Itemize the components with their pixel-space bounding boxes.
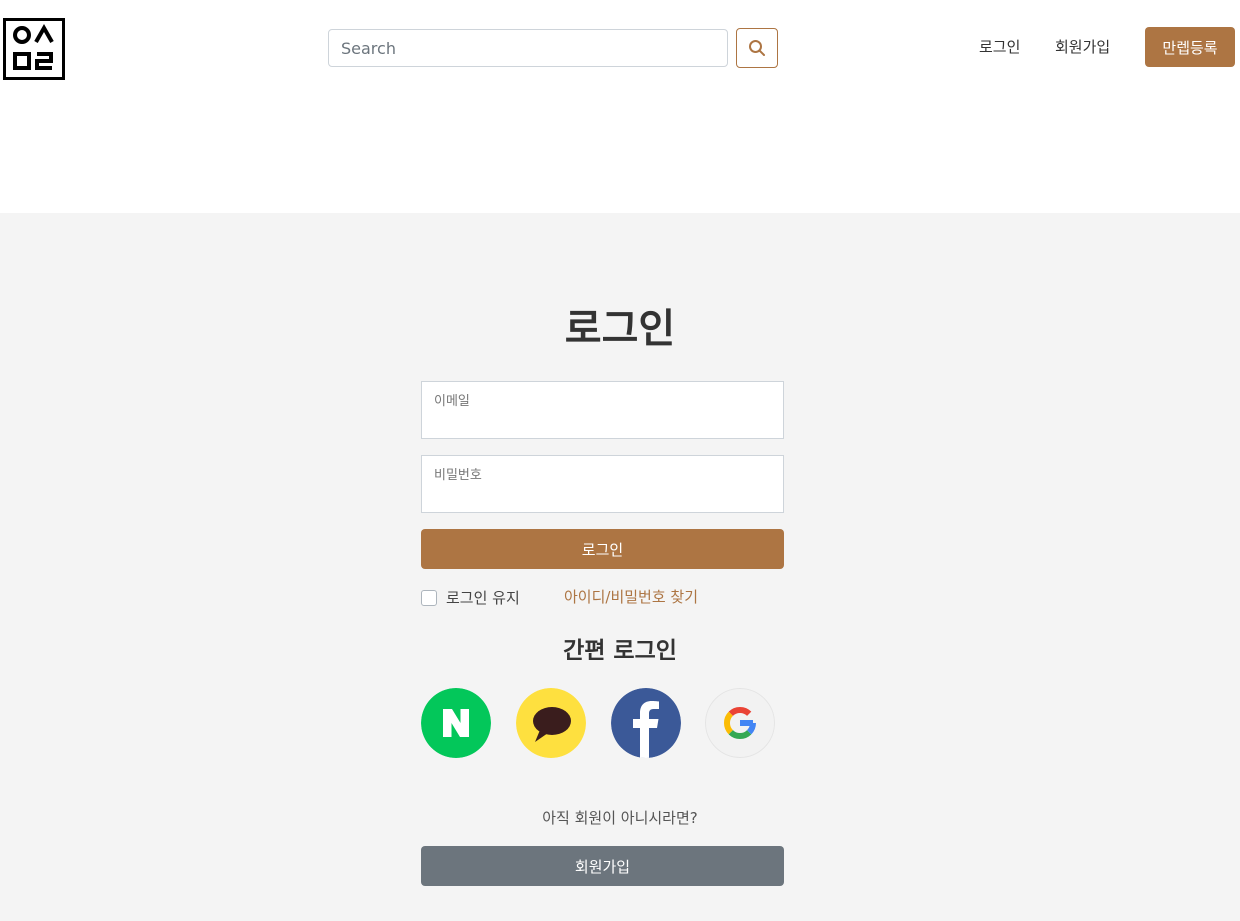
register-button[interactable]: 만렙등록 xyxy=(1145,27,1235,67)
email-input[interactable] xyxy=(422,382,783,438)
naver-icon xyxy=(421,688,491,758)
search-icon xyxy=(749,40,765,56)
facebook-icon xyxy=(611,688,681,758)
sns-login-title: 간편 로그인 xyxy=(563,638,677,664)
email-field[interactable]: 이메일 xyxy=(421,381,784,439)
login-button[interactable]: 로그인 xyxy=(421,529,784,569)
google-login-button[interactable] xyxy=(705,688,775,758)
site-header: 로그인 회원가입 만렙등록 xyxy=(0,0,1240,213)
facebook-login-button[interactable] xyxy=(611,688,681,758)
remember-checkbox[interactable] xyxy=(421,589,437,606)
remember-label[interactable]: 로그인 유지 xyxy=(446,587,520,608)
find-account-link[interactable]: 아이디/비밀번호 찾기 xyxy=(564,586,698,607)
kakao-login-button[interactable] xyxy=(516,688,586,758)
remember-me: 로그인 유지 xyxy=(421,587,520,608)
nav-signup-link[interactable]: 회원가입 xyxy=(1055,36,1110,58)
logo-glyph xyxy=(13,23,54,70)
nav-login-link[interactable]: 로그인 xyxy=(979,36,1020,58)
kakao-icon xyxy=(516,688,586,758)
password-field[interactable]: 비밀번호 xyxy=(421,455,784,513)
naver-login-button[interactable] xyxy=(421,688,491,758)
password-input[interactable] xyxy=(422,456,783,512)
search-input[interactable] xyxy=(328,29,728,67)
signup-prompt: 아직 회원이 아니시라면? xyxy=(542,809,698,827)
search-button[interactable] xyxy=(736,28,778,68)
page-title: 로그인 xyxy=(564,306,676,352)
signup-button[interactable]: 회원가입 xyxy=(421,846,784,886)
login-section: 로그인 이메일 비밀번호 로그인 로그인 유지 아이디/비밀번호 찾기 간편 로… xyxy=(0,213,1240,921)
google-icon xyxy=(705,688,775,758)
brand-logo-icon[interactable] xyxy=(3,18,65,80)
